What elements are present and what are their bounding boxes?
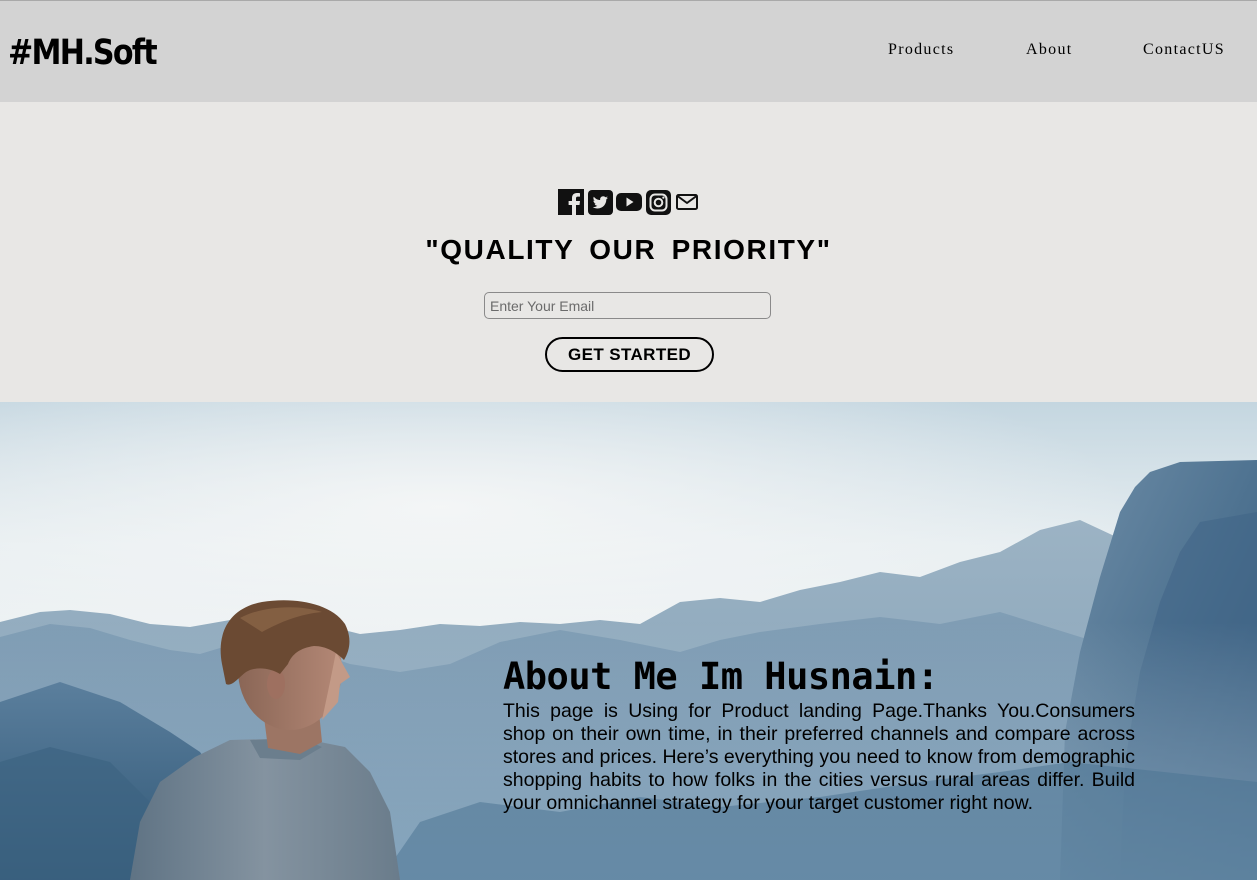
site-header: #MH.Soft Products About ContactUS [0, 1, 1257, 102]
twitter-icon[interactable] [586, 188, 614, 216]
about-title: About Me Im Husnain: [503, 655, 939, 698]
mail-icon[interactable] [673, 188, 701, 216]
nav-link-products[interactable]: Products [888, 40, 954, 60]
email-input[interactable] [484, 292, 771, 319]
hero-tagline: "QUALITY OUR PRIORITY" [425, 234, 832, 265]
facebook-icon[interactable] [557, 188, 585, 216]
social-icons [557, 188, 702, 216]
site-logo[interactable]: #MH.Soft [8, 31, 158, 75]
nav-link-contact[interactable]: ContactUS [1143, 40, 1225, 60]
about-description: This page is Using for Product landing P… [503, 700, 1135, 814]
get-started-button[interactable]: GET STARTED [545, 337, 714, 372]
instagram-icon[interactable] [644, 188, 672, 216]
nav-link-about[interactable]: About [1026, 40, 1073, 60]
youtube-icon[interactable] [615, 188, 643, 216]
